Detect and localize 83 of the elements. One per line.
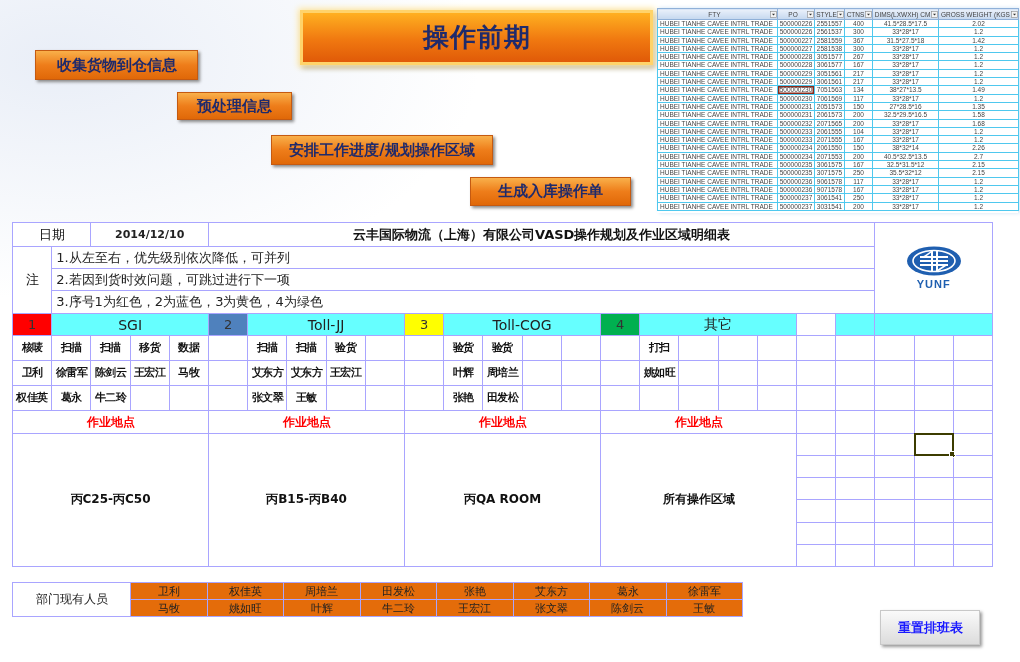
reset-button[interactable]: 重置排班表 [880,610,980,645]
action-button[interactable]: 预处理信息 [177,92,292,120]
staff-name: 马牧 [131,600,207,616]
staff-name: 牛二玲 [360,600,436,616]
staff-cell: 陈剑云 [91,361,130,385]
staff-name: 权佳英 [207,583,283,599]
logo-text: YUNF [916,278,951,290]
notes-label: 注 [13,247,52,313]
staff-cell: 张艳 [444,386,483,410]
note-text: 3.序号1为红色，2为蓝色，3为黄色，4为绿色 [52,291,875,313]
staff-pool-label: 部门现有人员 [13,583,130,616]
work-area: 丙QA ROOM [405,434,600,566]
dropdown-icon[interactable] [1011,10,1018,18]
dropdown-icon[interactable] [770,10,777,18]
staff-cell: 牛二玲 [91,386,130,410]
staff-name: 卫利 [131,583,207,599]
staff-cell: 王宏江 [130,361,169,385]
staff-cell: 姚如旺 [640,361,679,385]
staff-cell: 叶辉 [444,361,483,385]
note-text: 2.若因到货时效问题，可跳过进行下一项 [52,269,875,290]
group-name: SGI [52,314,208,335]
group-number: 2 [209,314,248,335]
staff-name: 徐雷军 [666,583,742,599]
dropdown-icon[interactable] [931,10,938,18]
task-cell: 扫描 [52,336,91,360]
sheet-title: 云丰国际物流（上海）有限公司VASD操作规划及作业区域明细表 [209,223,875,246]
staff-name: 姚如旺 [207,600,283,616]
work-area: 所有操作区域 [601,434,796,566]
location-label: 作业地点 [13,411,208,433]
dropdown-icon[interactable] [865,10,872,18]
group-number: 4 [601,314,640,335]
date-label: 日期 [13,223,91,246]
task-cell: 核唛 [13,336,52,360]
location-label: 作业地点 [405,411,600,433]
staff-cell: 权佳英 [13,386,52,410]
action-button[interactable]: 收集货物到仓信息 [35,50,198,80]
staff-cell: 徐雷军 [52,361,91,385]
staff-name: 王宏江 [437,600,513,616]
staff-name: 张文翠 [513,600,589,616]
work-area: 丙C25-丙C50 [13,434,208,566]
staff-cell: 艾东方 [248,361,287,385]
group-number: 1 [13,314,52,335]
task-cell: 验货 [444,336,483,360]
task-cell: 移货 [130,336,169,360]
note-text: 1.从左至右，优先级别依次降低，可并列 [52,247,875,268]
location-label: 作业地点 [209,411,404,433]
staff-name: 叶辉 [284,600,360,616]
task-cell: 打扫 [640,336,679,360]
staff-cell: 张文翠 [248,386,287,410]
staff-cell: 田发松 [483,386,522,410]
staff-name: 田发松 [360,583,436,599]
task-cell: 扫描 [287,336,326,360]
staff-name: 王敏 [666,600,742,616]
task-cell: 数据 [169,336,208,360]
task-cell: 验货 [326,336,365,360]
date-value: 2014/12/10 [91,223,208,246]
logo-icon [905,246,962,276]
dropdown-icon[interactable] [837,10,844,18]
staff-name: 葛永 [590,583,666,599]
page-title: 操作前期 [300,10,653,65]
dropdown-icon[interactable] [807,10,814,18]
staff-name: 陈剑云 [590,600,666,616]
group-number: 3 [405,314,444,335]
group-name: Toll-JJ [248,314,404,335]
group-name: Toll-COG [444,314,600,335]
work-area: 丙B15-丙B40 [209,434,404,566]
task-cell: 验货 [483,336,522,360]
action-button[interactable]: 生成入库操作单 [470,177,631,206]
action-button[interactable]: 安排工作进度/规划操作区域 [271,135,493,165]
group-name: 其它 [640,314,796,335]
staff-cell: 周培兰 [483,361,522,385]
task-cell: 扫描 [91,336,130,360]
staff-name: 艾东方 [513,583,589,599]
staff-cell: 葛永 [52,386,91,410]
staff-cell: 艾东方 [287,361,326,385]
location-label: 作业地点 [601,411,796,433]
staff-name: 周培兰 [284,583,360,599]
staff-cell: 马牧 [169,361,208,385]
task-cell: 扫描 [248,336,287,360]
staff-cell: 王敏 [287,386,326,410]
staff-name: 张艳 [437,583,513,599]
staff-cell: 卫利 [13,361,52,385]
staff-cell: 王宏江 [326,361,365,385]
